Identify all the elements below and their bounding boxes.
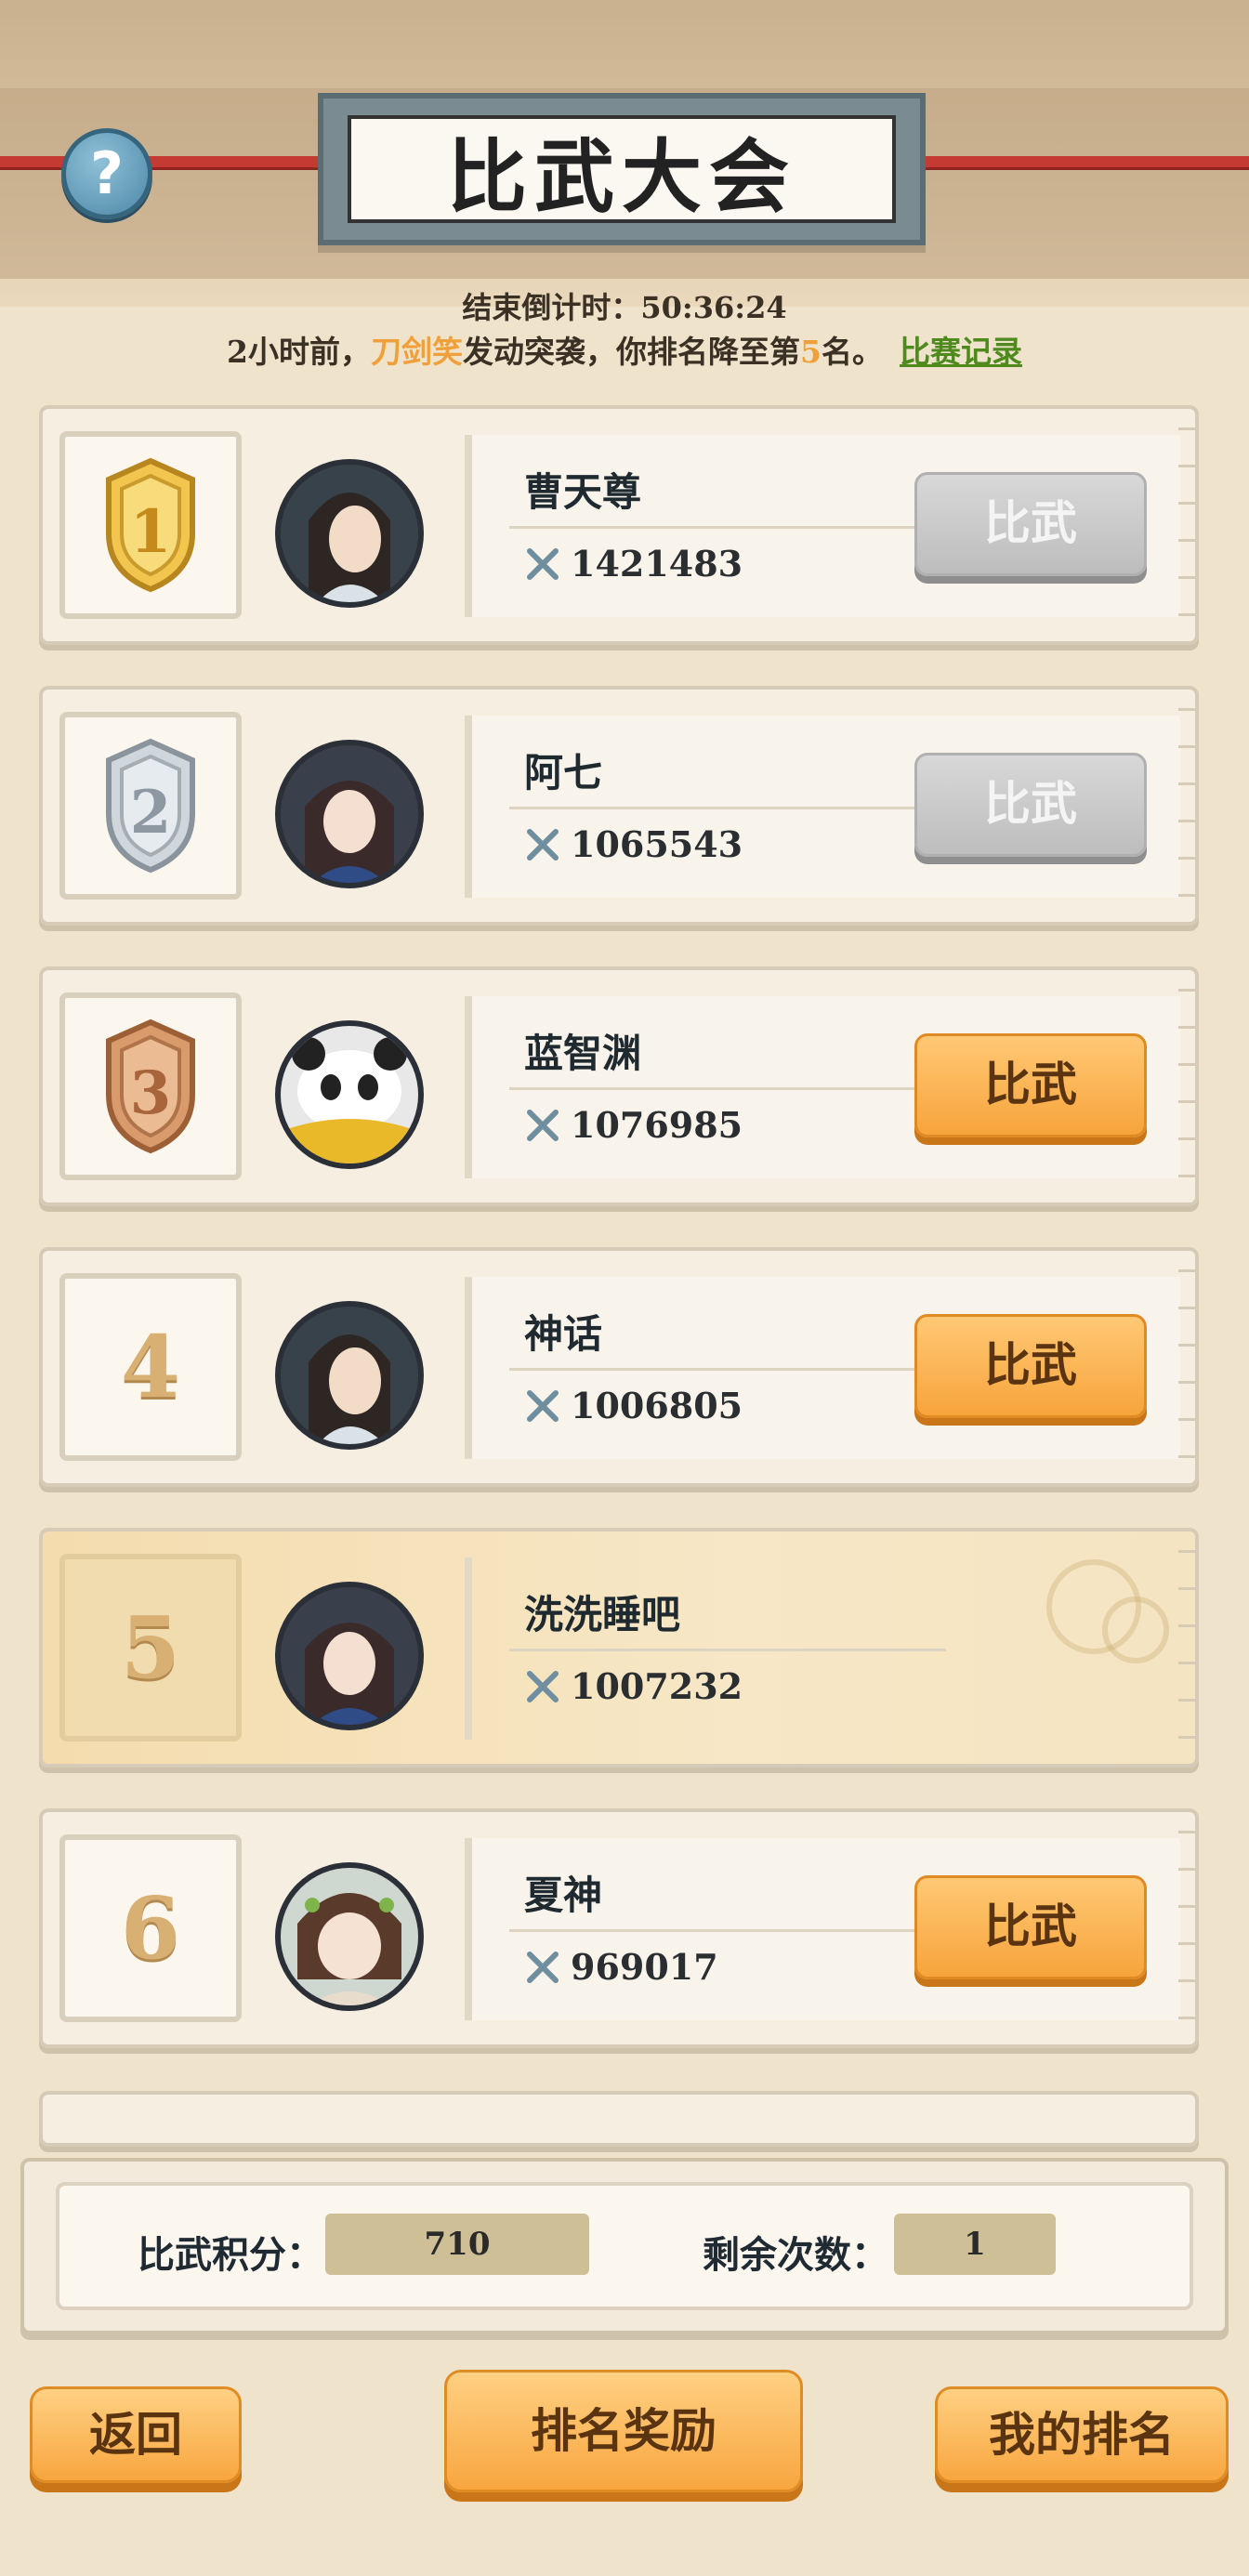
ranking-row-partial bbox=[39, 2091, 1199, 2147]
divider bbox=[509, 1929, 946, 1932]
player-name: 夏神 bbox=[524, 1873, 603, 1918]
my-rank-button[interactable]: 我的排名 bbox=[935, 2386, 1229, 2483]
crossed-swords-icon bbox=[527, 1109, 559, 1141]
rank-badge: 3 bbox=[59, 992, 242, 1180]
avatar[interactable] bbox=[275, 1020, 424, 1169]
ranking-row: 2 阿七 1065543 比武 bbox=[39, 686, 1199, 926]
swordsman-portrait-icon bbox=[281, 1307, 418, 1444]
cloud-ornament-icon bbox=[1102, 1597, 1169, 1663]
crossed-swords-icon bbox=[527, 1951, 559, 1983]
player-name: 洗洗睡吧 bbox=[524, 1592, 681, 1637]
divider bbox=[509, 807, 946, 809]
red-rope-left bbox=[0, 156, 335, 167]
crossed-swords-icon bbox=[527, 828, 559, 861]
event-notice: 2小时前，刀剑笑发动突袭，你排名降至第5名。 比赛记录 bbox=[227, 334, 1022, 370]
gold-medal-icon: 1 bbox=[106, 457, 195, 593]
combat-power: 969017 bbox=[524, 1946, 718, 1988]
points-label: 比武积分： bbox=[138, 2233, 323, 2277]
avatar[interactable] bbox=[275, 459, 424, 608]
combat-power: 1007232 bbox=[524, 1665, 743, 1707]
question-icon: ? bbox=[90, 139, 124, 207]
player-name: 蓝智渊 bbox=[524, 1031, 642, 1076]
challenge-button[interactable]: 比武 bbox=[914, 1875, 1147, 1979]
points-value: 710 bbox=[325, 2214, 589, 2275]
ranking-row-self: 5 洗洗睡吧 1007232 bbox=[39, 1528, 1199, 1768]
svg-text:2: 2 bbox=[130, 778, 172, 848]
crossed-swords-icon bbox=[527, 547, 559, 580]
title-plaque: 比武大会 bbox=[318, 93, 926, 245]
rank-badge: 6 bbox=[59, 1834, 242, 2022]
challenge-button[interactable]: 比武 bbox=[914, 1033, 1147, 1137]
avatar[interactable] bbox=[275, 740, 424, 888]
countdown-timer: 结束倒计时：50:36:24 bbox=[462, 290, 787, 325]
divider bbox=[509, 1087, 946, 1090]
player-name: 阿七 bbox=[524, 750, 603, 795]
challenge-button-disabled[interactable]: 比武 bbox=[914, 753, 1147, 857]
avatar[interactable] bbox=[275, 1862, 424, 2011]
challenge-button-disabled[interactable]: 比武 bbox=[914, 472, 1147, 576]
rank-rewards-button[interactable]: 排名奖励 bbox=[444, 2370, 803, 2492]
new-rank: 5 bbox=[800, 334, 822, 370]
svg-text:1: 1 bbox=[130, 497, 172, 567]
svg-text:3: 3 bbox=[130, 1058, 172, 1128]
rank-number: 6 bbox=[120, 1878, 180, 1978]
girl-portrait-icon bbox=[281, 1868, 418, 2005]
silver-medal-icon: 2 bbox=[106, 738, 195, 874]
ranking-row: 3 蓝智渊 1076985 比武 bbox=[39, 966, 1199, 1206]
avatar[interactable] bbox=[275, 1582, 424, 1730]
combat-power: 1076985 bbox=[524, 1104, 743, 1146]
combat-power: 1065543 bbox=[524, 823, 743, 865]
rank-badge: 4 bbox=[59, 1273, 242, 1461]
remaining-value: 1 bbox=[894, 2214, 1056, 2275]
female-hero-portrait-icon bbox=[281, 745, 418, 883]
swordsman-portrait-icon bbox=[281, 465, 418, 602]
ranking-row: 4 神话 1006805 比武 bbox=[39, 1247, 1199, 1487]
help-button[interactable]: ? bbox=[61, 128, 152, 219]
red-rope-right bbox=[911, 156, 1249, 167]
bronze-medal-icon: 3 bbox=[106, 1019, 195, 1154]
player-name: 神话 bbox=[524, 1311, 603, 1357]
avatar[interactable] bbox=[275, 1301, 424, 1450]
rank-badge: 2 bbox=[59, 712, 242, 900]
divider bbox=[509, 526, 946, 529]
rank-badge: 1 bbox=[59, 431, 242, 619]
match-history-link[interactable]: 比赛记录 bbox=[900, 334, 1022, 370]
rank-number: 4 bbox=[120, 1317, 180, 1417]
stats-panel: 比武积分： 710 剩余次数： 1 bbox=[20, 2158, 1229, 2334]
rank-badge: 5 bbox=[59, 1554, 242, 1741]
challenge-button[interactable]: 比武 bbox=[914, 1314, 1147, 1418]
page-title: 比武大会 bbox=[447, 129, 796, 224]
divider bbox=[509, 1368, 946, 1371]
combat-power: 1006805 bbox=[524, 1385, 743, 1426]
divider bbox=[509, 1649, 946, 1651]
player-name: 曹天尊 bbox=[524, 469, 642, 515]
back-button[interactable]: 返回 bbox=[30, 2386, 242, 2483]
combat-power: 1421483 bbox=[524, 543, 743, 585]
rank-number: 5 bbox=[120, 1597, 180, 1698]
attacker-name: 刀剑笑 bbox=[371, 334, 463, 370]
crossed-swords-icon bbox=[527, 1389, 559, 1422]
remaining-label: 剩余次数： bbox=[703, 2233, 888, 2277]
female-hero-portrait-icon bbox=[281, 1587, 418, 1725]
panda-portrait-icon bbox=[281, 1026, 418, 1163]
crossed-swords-icon bbox=[527, 1670, 559, 1702]
ranking-row: 6 夏神 969017 比武 bbox=[39, 1808, 1199, 2048]
ranking-row: 1 曹天尊 1421483 比武 bbox=[39, 405, 1199, 645]
